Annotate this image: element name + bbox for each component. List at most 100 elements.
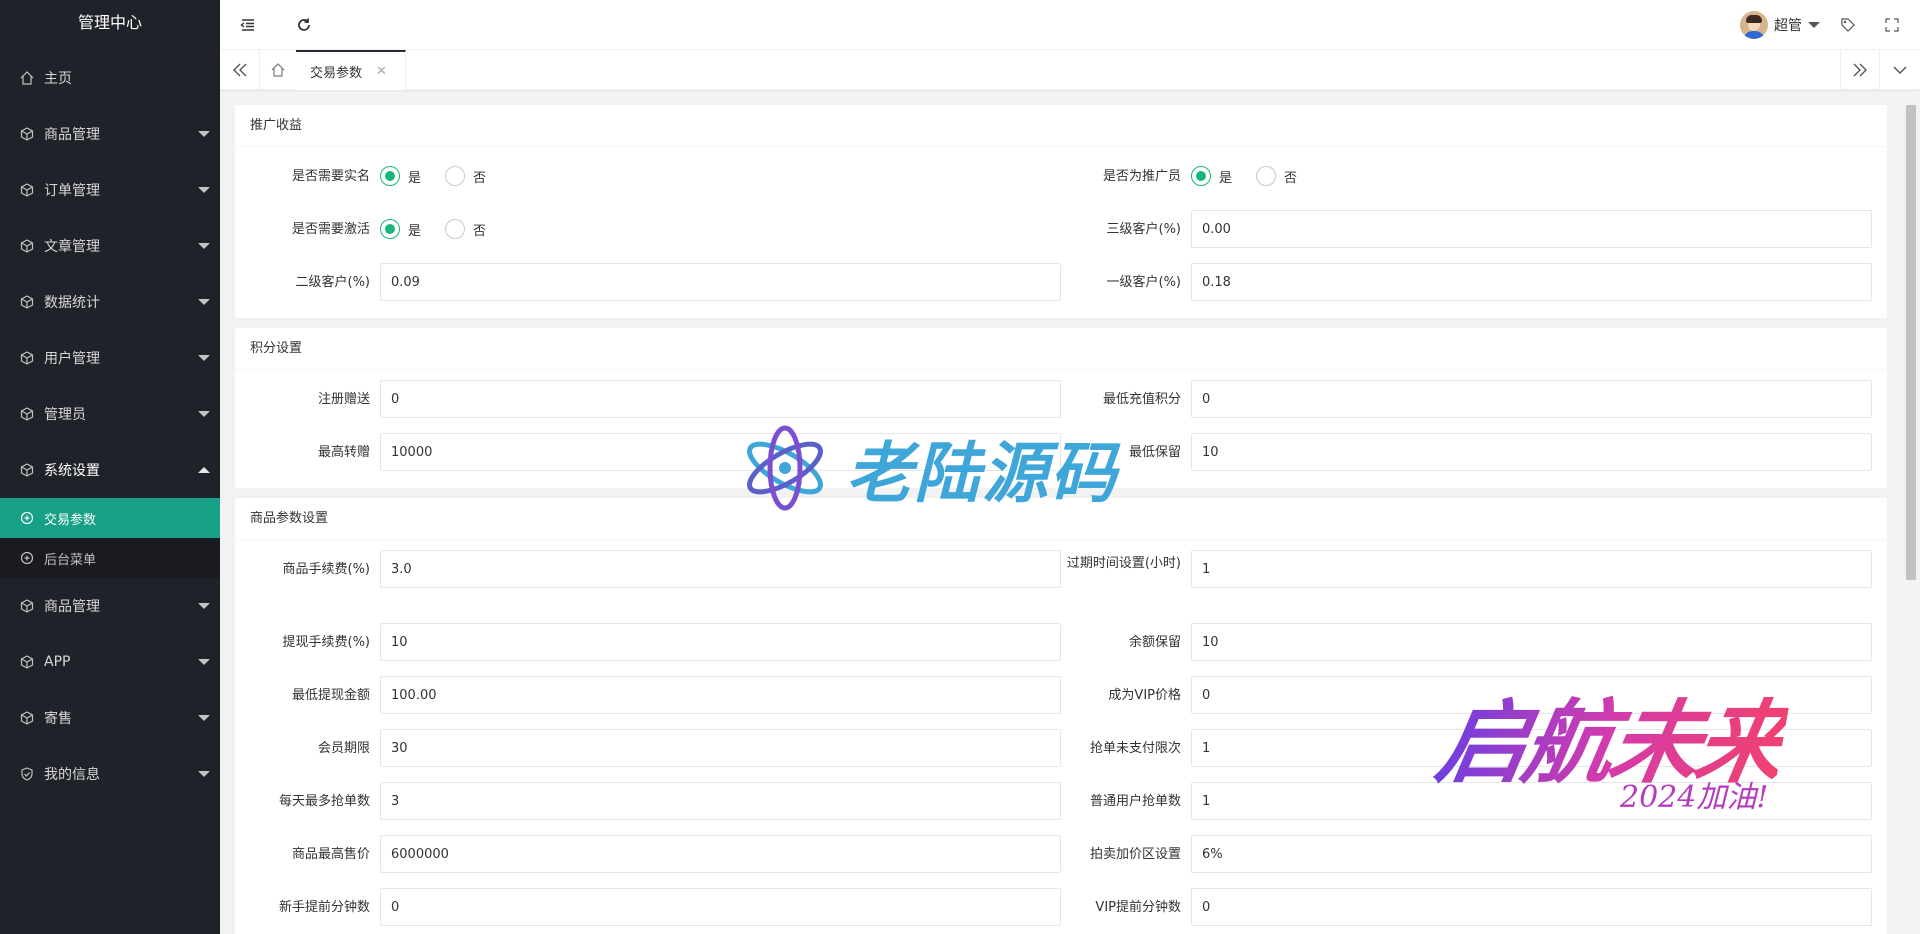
sidebar-item[interactable]: 数据统计 (0, 274, 220, 330)
app-title: 管理中心 (77, 13, 142, 32)
radio-label: 是 (1219, 170, 1233, 186)
sidebar-subitem[interactable]: 交易参数 (0, 498, 220, 538)
goods-param-input[interactable] (1191, 550, 1872, 588)
sidebar-item-label: 寄售 (44, 711, 72, 727)
tabs-dropdown-button[interactable] (1880, 50, 1920, 90)
tabs-scroll-left-button[interactable] (220, 50, 260, 90)
scrollbar[interactable] (1906, 105, 1916, 580)
radio-label: 否 (1284, 170, 1298, 186)
sidebar-item[interactable]: 寄售 (0, 690, 220, 746)
fullscreen-button[interactable] (1864, 0, 1920, 50)
sidebar-item[interactable]: 商品管理 (0, 106, 220, 162)
cube-icon (20, 295, 34, 309)
is-promoter-yes-radio[interactable]: 是 (1191, 166, 1232, 186)
caret-down-icon (198, 299, 210, 305)
caret-down-icon (198, 659, 210, 665)
sidebar-item[interactable]: APP (0, 634, 220, 690)
field-label: 商品最高售价 (291, 847, 370, 862)
cube-icon (20, 463, 34, 477)
collapse-sidebar-button[interactable] (220, 0, 276, 50)
goods-param-input[interactable] (1191, 623, 1872, 661)
chevron-down-icon (1893, 66, 1907, 74)
field-label: 最低提现金额 (291, 688, 370, 703)
cube-icon (20, 127, 34, 141)
cube-icon (20, 183, 34, 197)
sidebar-item-label: 数据统计 (44, 295, 100, 311)
refresh-button[interactable] (276, 0, 332, 50)
field-label: 余额保留 (1128, 635, 1181, 650)
sidebar-item-label: 文章管理 (44, 239, 100, 255)
sidebar-item-label: 系统设置 (44, 463, 100, 479)
sidebar-item[interactable]: 管理员 (0, 386, 220, 442)
level3-client-input[interactable] (1191, 210, 1872, 248)
radio-label: 是 (408, 170, 422, 186)
need-activate-yes-radio[interactable]: 是 (380, 219, 421, 239)
goods-param-input[interactable] (1191, 888, 1872, 926)
tabs-scroll-right-button[interactable] (1840, 50, 1880, 90)
min-recharge-points-input[interactable] (1191, 380, 1872, 418)
sidebar-item-label: 订单管理 (44, 183, 100, 199)
sidebar-item[interactable]: 商品管理 (0, 578, 220, 634)
submenu-system-settings: 交易参数 后台菜单 (0, 498, 220, 578)
caret-down-icon (198, 355, 210, 361)
goods-param-input[interactable] (380, 623, 1061, 661)
level1-client-input[interactable] (1191, 263, 1872, 301)
menu-collapse-icon (240, 19, 254, 31)
top-header: 超管 (220, 0, 1920, 50)
goods-param-input[interactable] (380, 835, 1061, 873)
sidebar-item[interactable]: 文章管理 (0, 218, 220, 274)
goods-param-input[interactable] (380, 676, 1061, 714)
field-label: 成为VIP价格 (1108, 688, 1181, 703)
sidebar-item-label: 商品管理 (44, 127, 100, 143)
sidebar-item-label: APP (44, 654, 71, 670)
tab-label: 交易参数 (310, 65, 363, 81)
field-label: 是否需要实名 (291, 169, 370, 184)
sidebar-item-label: 商品管理 (44, 599, 100, 615)
sidebar-item[interactable]: 用户管理 (0, 330, 220, 386)
field-label: 注册赠送 (317, 392, 370, 407)
cube-icon (20, 407, 34, 421)
user-menu[interactable]: 超管 (1740, 0, 1820, 50)
tab-home[interactable] (258, 50, 298, 90)
fullscreen-icon (1885, 18, 1899, 32)
need-realname-no-radio[interactable]: 否 (445, 166, 486, 186)
goods-param-input[interactable] (380, 550, 1061, 588)
cube-icon (20, 711, 34, 725)
caret-down-icon (198, 411, 210, 417)
register-bonus-input[interactable] (380, 380, 1061, 418)
field-label: 最低充值积分 (1102, 392, 1181, 407)
home-icon (271, 63, 284, 77)
close-icon[interactable]: ✕ (376, 64, 387, 79)
sidebar-item[interactable]: 我的信息 (0, 746, 220, 802)
need-realname-yes-radio[interactable]: 是 (380, 166, 421, 186)
min-reserve-input[interactable] (1191, 433, 1872, 471)
field-label: 过期时间设置(小时) (1066, 556, 1181, 571)
is-promoter-no-radio[interactable]: 否 (1256, 166, 1297, 186)
sidebar: 管理中心 主页 商品管理 订单管理 文章管理 数据统计 用户管理 管理员 系统设置 交易参数后… (0, 0, 220, 934)
goods-param-input[interactable] (1191, 835, 1872, 873)
level2-client-input[interactable] (380, 263, 1061, 301)
sidebar-subitem[interactable]: 后台菜单 (0, 538, 220, 578)
field-label: 提现手续费(%) (282, 635, 371, 650)
avatar (1740, 11, 1768, 39)
cube-icon (20, 599, 34, 613)
goods-param-input[interactable] (380, 729, 1061, 767)
need-activate-no-radio[interactable]: 否 (445, 219, 486, 239)
tab-trading-params[interactable]: 交易参数 ✕ (296, 50, 406, 90)
field-label: 新手提前分钟数 (278, 900, 370, 915)
goods-param-input[interactable] (380, 782, 1061, 820)
field-label: 三级客户(%) (1106, 222, 1182, 237)
field-label: 每天最多抢单数 (278, 794, 370, 809)
cube-icon (20, 655, 34, 669)
sidebar-item[interactable]: 主页 (0, 50, 220, 106)
field-label: 是否为推广员 (1102, 169, 1181, 184)
sidebar-item[interactable]: 订单管理 (0, 162, 220, 218)
home-icon (20, 71, 34, 85)
sidebar-item[interactable]: 系统设置 (0, 442, 220, 498)
goods-param-input[interactable] (380, 888, 1061, 926)
sidebar-subitem-label: 交易参数 (44, 512, 97, 528)
caret-up-icon (198, 467, 210, 473)
need-realname-radio-group: 是 否 (380, 157, 1061, 195)
field-label: 会员期限 (317, 741, 370, 756)
sidebar-subitem-label: 后台菜单 (44, 552, 97, 568)
